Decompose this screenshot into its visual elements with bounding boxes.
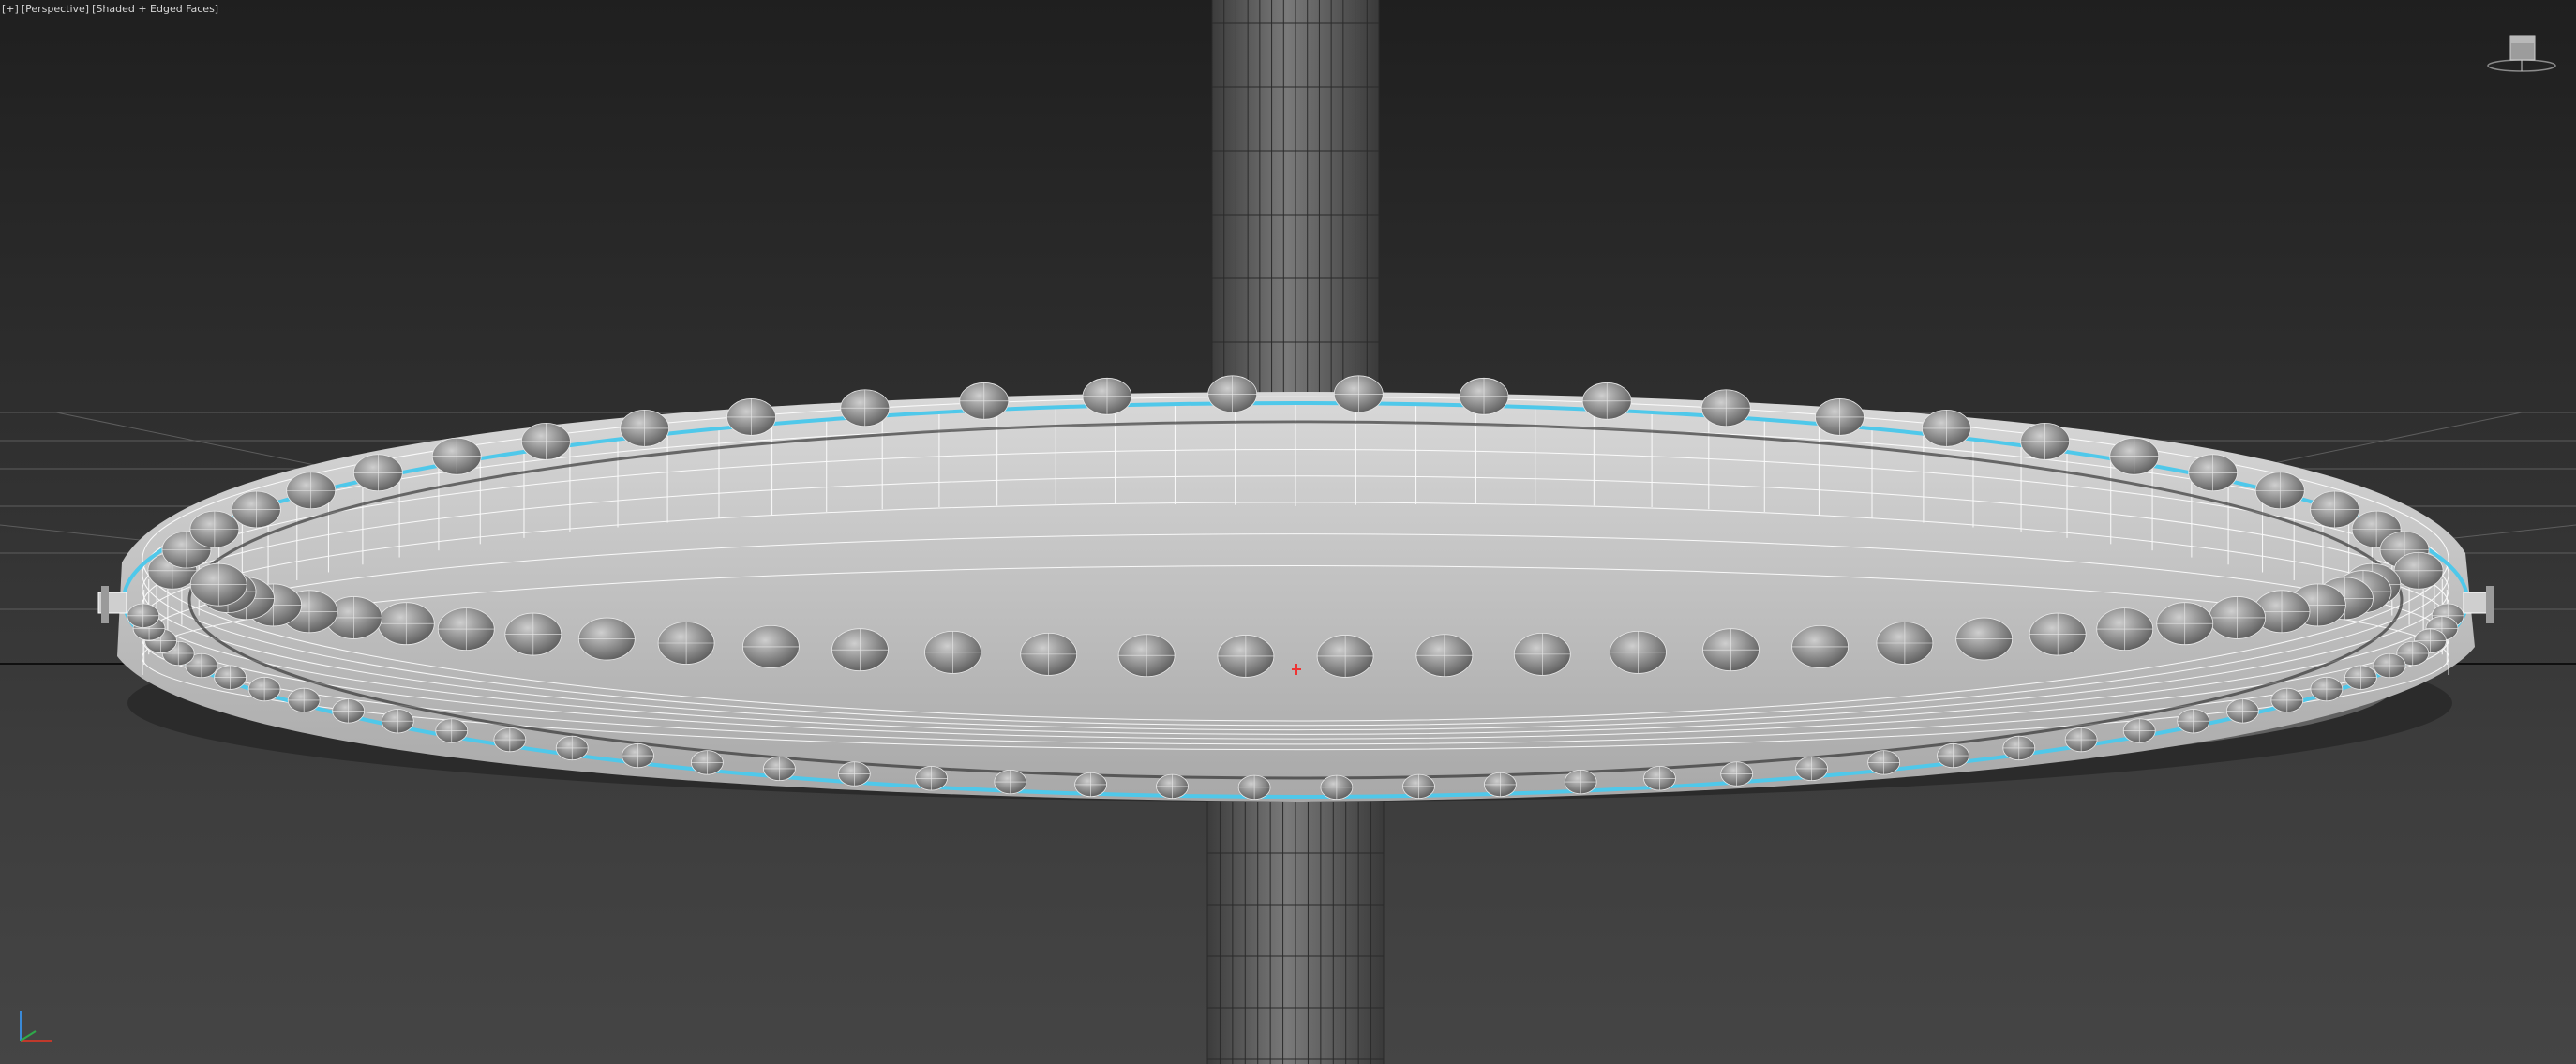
rim-bolt-bottom[interactable]	[2225, 698, 2259, 724]
rim-bolt-mid[interactable]	[831, 628, 889, 672]
rim-bolt-bottom[interactable]	[1156, 773, 1189, 800]
rim-bolt-bottom[interactable]	[1720, 761, 1754, 787]
rim-bolt-bottom[interactable]	[2064, 727, 2098, 753]
rim-bolt-mid[interactable]	[1415, 634, 1474, 678]
rim-bolt-top[interactable]	[1581, 382, 1632, 420]
rim-bolt-bottom[interactable]	[247, 676, 281, 702]
rim-bolt-bottom[interactable]	[622, 742, 654, 769]
rim-bolt-top[interactable]	[726, 398, 776, 436]
rim-bolt-bottom[interactable]	[1867, 750, 1901, 775]
rim-bolt-bottom[interactable]	[2270, 687, 2304, 713]
rim-bolt-mid[interactable]	[1702, 628, 1760, 672]
rim-bolt-mid[interactable]	[437, 607, 495, 652]
rim-bolt-mid[interactable]	[189, 562, 247, 607]
rim-bolt-top[interactable]	[2109, 437, 2160, 475]
rim-bolt-bottom[interactable]	[1564, 769, 1597, 795]
rim-bolt-bottom[interactable]	[555, 735, 589, 761]
rim-bolt-mid[interactable]	[1955, 617, 2014, 661]
rim-bolt-mid[interactable]	[377, 602, 435, 646]
rim-bolt-bottom[interactable]	[2002, 735, 2036, 761]
rim-bolt-bottom[interactable]	[1483, 772, 1517, 798]
rim-bolt-mid[interactable]	[924, 630, 981, 674]
viewcube-icon[interactable]	[2484, 28, 2559, 75]
perspective-viewport[interactable]: [+] [Perspective] [Shaded + Edged Faces]	[0, 0, 2576, 1064]
viewport-menu-button[interactable]: [+]	[2, 3, 19, 18]
rim-bolt-top[interactable]	[1207, 375, 1258, 413]
rim-bolt-bottom[interactable]	[837, 761, 871, 787]
axis-tripod-icon	[20, 1011, 52, 1042]
rim-bolt-top[interactable]	[1459, 377, 1509, 415]
rim-bolt-bottom[interactable]	[435, 718, 469, 743]
rim-bolt-bottom[interactable]	[763, 756, 796, 782]
rim-bolt-top[interactable]	[1700, 389, 1751, 427]
rim-bolt-bottom[interactable]	[690, 750, 724, 775]
viewport-label: [+] [Perspective] [Shaded + Edged Faces]	[2, 3, 218, 18]
rim-bolt-top[interactable]	[1922, 409, 1971, 447]
rim-bolt-bottom[interactable]	[381, 709, 414, 734]
rim-bolt-top[interactable]	[431, 437, 482, 475]
rim-bolt-bottom[interactable]	[1402, 773, 1435, 800]
rim-bolt-mid[interactable]	[2156, 602, 2214, 646]
viewport-shading-button[interactable]: [Shaded + Edged Faces]	[92, 3, 218, 18]
rim-bolt-mid[interactable]	[577, 617, 636, 661]
rim-bolt-top[interactable]	[959, 382, 1010, 420]
rim-bolt-mid[interactable]	[1876, 622, 1934, 665]
3d-scene[interactable]	[0, 0, 2576, 1064]
upper-shaft[interactable]	[1211, 0, 1380, 394]
rim-bolt-bottom[interactable]	[493, 727, 527, 753]
rim-bolt-top[interactable]	[840, 389, 891, 427]
rim-bolt-bottom[interactable]	[2373, 652, 2406, 679]
rim-bolt-mid[interactable]	[2029, 612, 2087, 656]
rim-bolt-bottom[interactable]	[2122, 718, 2156, 743]
rim-bolt-top[interactable]	[231, 490, 281, 529]
rim-bolt-top[interactable]	[2310, 490, 2360, 529]
viewport-view-button[interactable]: [Perspective]	[22, 3, 89, 18]
rim-bolt-bottom[interactable]	[2344, 665, 2377, 690]
rim-bolt-mid[interactable]	[1791, 624, 1849, 668]
rim-bolt-mid[interactable]	[1316, 635, 1374, 678]
rim-bolt-top[interactable]	[2393, 551, 2444, 590]
rim-bolt-bottom[interactable]	[1074, 772, 1108, 798]
rim-bolt-top[interactable]	[620, 409, 669, 447]
rim-bolt-bottom[interactable]	[2177, 709, 2210, 734]
rim-bolt-mid[interactable]	[1020, 632, 1078, 676]
rim-bolt-mid[interactable]	[1610, 630, 1667, 674]
rim-bolt-top[interactable]	[189, 510, 240, 548]
rim-bolt-bottom[interactable]	[214, 665, 247, 690]
rim-bolt-bottom[interactable]	[1795, 756, 1828, 782]
rim-bolt-top[interactable]	[2020, 422, 2071, 460]
rim-bolt-mid[interactable]	[2209, 596, 2267, 639]
rim-bolt-bottom[interactable]	[1643, 766, 1676, 791]
rim-bolt-bottom[interactable]	[1320, 774, 1354, 801]
rim-bolt-bottom[interactable]	[127, 603, 160, 628]
rim-bolt-top[interactable]	[2188, 454, 2239, 492]
rim-bolt-bottom[interactable]	[994, 769, 1027, 795]
rim-bolt-top[interactable]	[1333, 375, 1384, 413]
rim-bolt-mid[interactable]	[657, 622, 715, 665]
rim-bolt-top[interactable]	[1082, 377, 1132, 415]
rim-bolt-top[interactable]	[520, 422, 571, 460]
rim-bolt-bottom[interactable]	[1237, 774, 1271, 801]
rim-bolt-top[interactable]	[2254, 472, 2305, 510]
rim-bolt-bottom[interactable]	[915, 766, 948, 791]
rim-bolt-bottom[interactable]	[332, 698, 366, 724]
rim-bolt-mid[interactable]	[1217, 635, 1275, 678]
rim-bolt-bottom[interactable]	[2310, 676, 2344, 702]
rim-bolt-top[interactable]	[352, 454, 403, 492]
rim-bolt-mid[interactable]	[504, 612, 562, 656]
rim-bolt-bottom[interactable]	[1937, 742, 1969, 769]
rim-bolt-top[interactable]	[286, 472, 337, 510]
rim-bolt-top[interactable]	[1815, 398, 1865, 436]
rim-bolt-bottom[interactable]	[287, 687, 321, 713]
rim-bolt-mid[interactable]	[1117, 634, 1176, 678]
rim-bolt-mid[interactable]	[1513, 632, 1571, 676]
rim-bolt-mid[interactable]	[2096, 607, 2154, 652]
rim-bolt-mid[interactable]	[742, 624, 800, 668]
